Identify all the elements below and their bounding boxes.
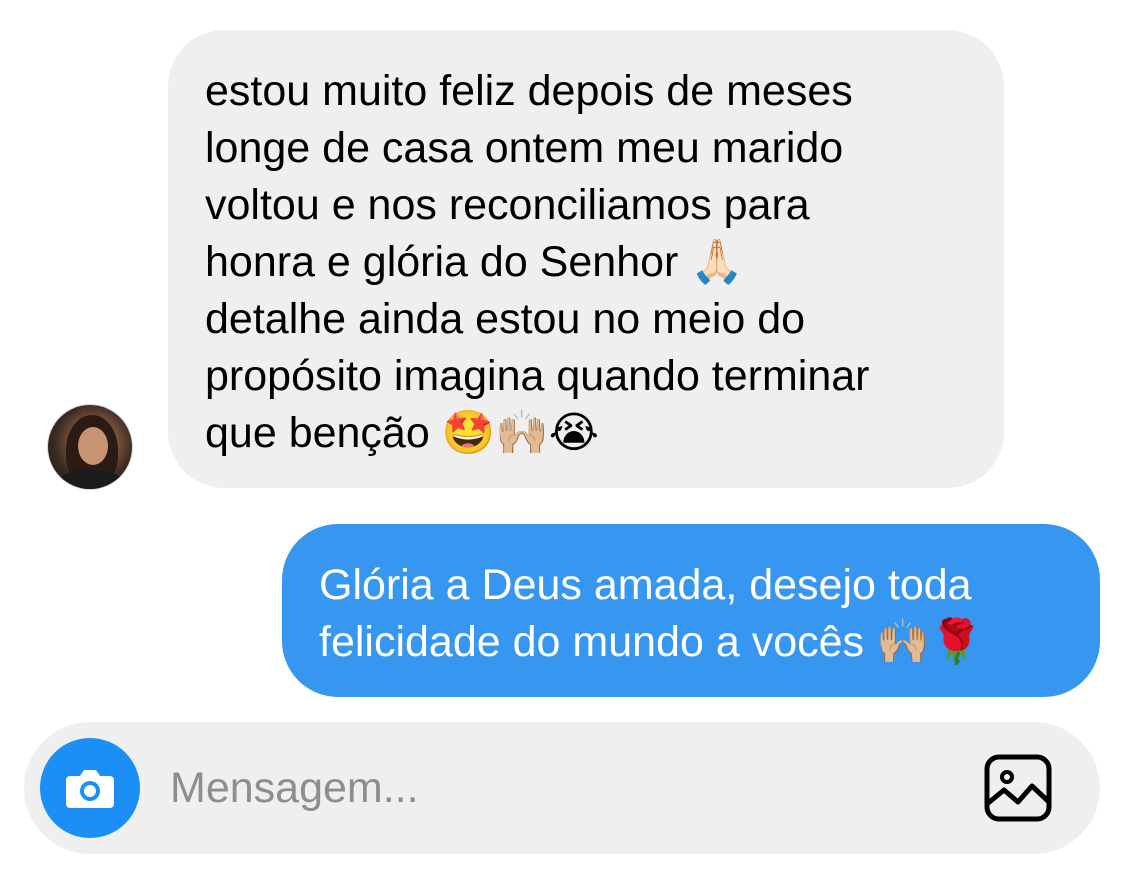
received-message-bubble[interactable]: estou muito feliz depois de meses longe … [168,30,1004,488]
avatar-face [78,427,108,465]
message-input[interactable] [170,758,930,818]
message-composer [24,722,1100,854]
gallery-button[interactable] [982,752,1054,824]
sent-message-text: Glória a Deus amada, desejo toda felicid… [319,561,984,666]
camera-button[interactable] [40,738,140,838]
camera-icon [66,770,114,808]
received-message-text: estou muito feliz depois de meses longe … [205,67,870,457]
sent-message-bubble[interactable]: Glória a Deus amada, desejo toda felicid… [282,524,1100,697]
image-gallery-icon [984,754,1052,822]
sender-avatar[interactable] [48,405,132,489]
